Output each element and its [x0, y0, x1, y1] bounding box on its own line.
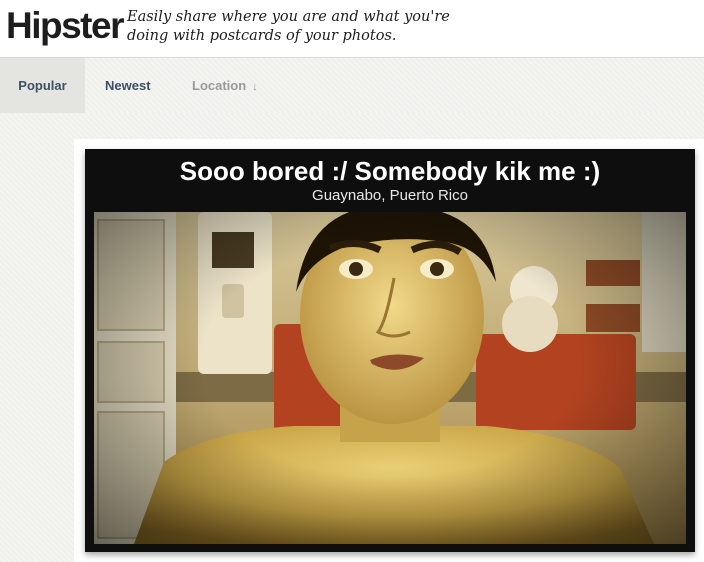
- arrow-down-icon: ↓: [252, 81, 258, 93]
- postcard-caption: Sooo bored :/ Somebody kik me :): [179, 156, 601, 186]
- photo-illustration: [94, 212, 686, 544]
- tab-location[interactable]: Location ↓: [192, 58, 258, 113]
- postcard-location[interactable]: Guaynabo, Puerto Rico: [85, 186, 695, 206]
- tab-newest-label: Newest: [105, 78, 151, 93]
- postcard-photo[interactable]: [94, 212, 686, 544]
- site-header: Hipster Easily share where you are and w…: [0, 0, 704, 56]
- tab-newest[interactable]: Newest: [105, 58, 151, 113]
- tab-popular[interactable]: Popular: [0, 58, 85, 113]
- postcard[interactable]: Sooo bored :/ Somebody kik me :) Guaynab…: [85, 149, 695, 552]
- tab-popular-label: Popular: [18, 78, 67, 93]
- sort-nav: Popular Newest Location ↓: [0, 57, 704, 114]
- site-logo[interactable]: Hipster: [6, 3, 124, 49]
- site-tagline: Easily share where you are and what you'…: [127, 9, 450, 44]
- tab-location-label: Location: [192, 78, 247, 93]
